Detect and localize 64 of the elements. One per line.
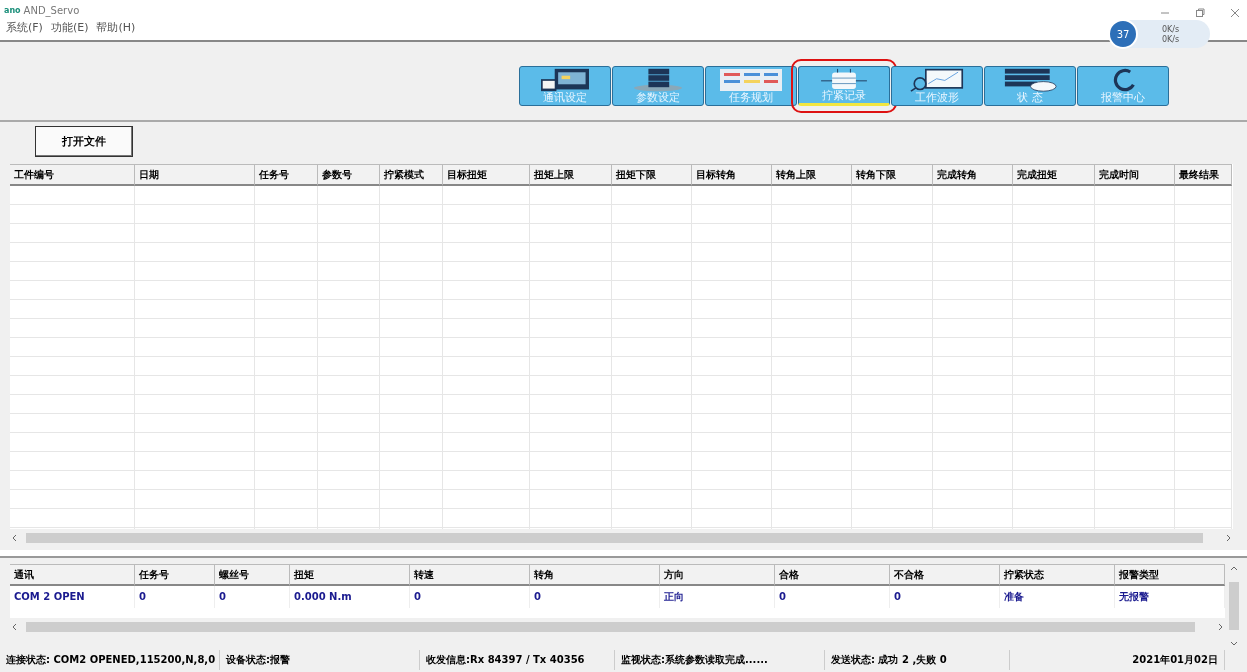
column-header[interactable]: 扭矩上限 [530,164,612,186]
column-header[interactable]: 转角上限 [772,164,852,186]
table-cell: COM 2 OPEN [10,586,135,608]
tab-icon [818,68,870,90]
table-cell: 0 [530,586,660,608]
tab-icon [540,68,590,92]
open-file-button[interactable]: 打开文件 [35,126,133,157]
column-header[interactable]: 日期 [135,164,255,186]
scrollbar-thumb[interactable] [26,622,1195,632]
column-header[interactable]: 拧紧模式 [380,164,443,186]
menu-item[interactable]: 帮助(H) [96,19,136,35]
download-rate: 0K/s [1162,34,1180,44]
column-header[interactable]: 转角 [530,564,660,586]
maximize-icon[interactable] [1195,8,1205,18]
column-header[interactable]: 完成时间 [1095,164,1175,186]
table-cell: 0 [215,586,290,608]
table-cell: 准备 [1000,586,1115,608]
status-text: 监视状态:系统参数读取完成...... [615,650,825,670]
column-header[interactable]: 扭矩下限 [612,164,692,186]
table-cell: 0 [775,586,890,608]
column-header[interactable]: 通讯 [10,564,135,586]
column-header[interactable]: 转角下限 [852,164,933,186]
status-text: 设备状态:报警 [220,650,420,670]
column-header[interactable]: 合格 [775,564,890,586]
status-text: 发送状态: 成功 2 ,失败 0 [825,650,1010,670]
column-header[interactable]: 完成扭矩 [1013,164,1095,186]
table-cell: 0 [410,586,530,608]
column-header[interactable]: 扭矩 [290,564,410,586]
column-header[interactable]: 任务号 [255,164,318,186]
column-header[interactable]: 目标扭矩 [443,164,530,186]
close-icon[interactable] [1230,8,1240,18]
scrollbar-thumb[interactable] [26,533,1203,543]
menu-item[interactable]: 功能(E) [50,19,89,35]
column-header[interactable]: 方向 [660,564,775,586]
column-header[interactable]: 报警类型 [1115,564,1225,586]
table-cell: 无报警 [1115,586,1225,608]
column-header[interactable]: 最终结果 [1175,164,1232,186]
tab-icon [910,68,964,92]
tab-icon [719,68,783,92]
tab-icon [633,68,683,92]
status-text: 2021年01月02日 [1010,650,1225,670]
table-cell: 0 [890,586,1000,608]
column-header[interactable]: 工件编号 [10,164,135,186]
table-cell: 0 [135,586,215,608]
table-cell: 0.000 N.m [290,586,410,608]
app-logo: ano [4,5,21,15]
column-header[interactable]: 拧紧状态 [1000,564,1115,586]
column-header[interactable]: 完成转角 [933,164,1013,186]
tab-icon [1111,68,1135,92]
status-text: 收发信息:Rx 84397 / Tx 40356 [420,650,615,670]
table-cell: 正向 [660,586,775,608]
column-header[interactable]: 任务号 [135,564,215,586]
usage-gauge: 37 [1108,19,1138,49]
column-header[interactable]: 不合格 [890,564,1000,586]
menu-item[interactable]: 系统(F) [6,19,43,35]
column-header[interactable]: 转速 [410,564,530,586]
column-header[interactable]: 目标转角 [692,164,772,186]
column-header[interactable]: 螺丝号 [215,564,290,586]
column-header[interactable]: 参数号 [318,164,380,186]
scrollbar-thumb[interactable] [1229,582,1239,630]
tab-icon [1003,68,1057,92]
window-title: AND_Servo [23,4,80,16]
status-text: 连接状态: COM2 OPENED,115200,N,8,0 [0,650,220,670]
upload-rate: 0K/s [1162,24,1180,34]
